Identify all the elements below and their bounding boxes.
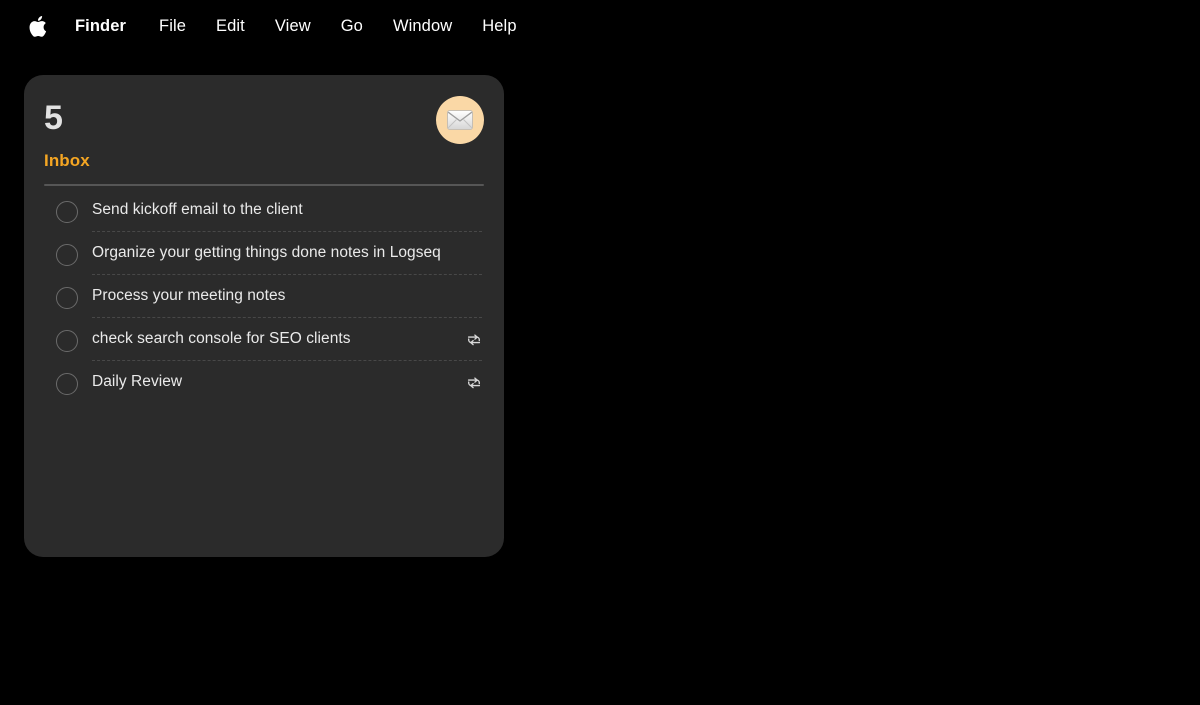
- menu-item-edit[interactable]: Edit: [216, 18, 245, 35]
- list-title: Inbox: [44, 152, 484, 169]
- task-row[interactable]: Organize your getting things done notes …: [44, 232, 484, 274]
- task-checkbox[interactable]: [56, 287, 78, 309]
- task-label: check search console for SEO clients: [92, 329, 466, 349]
- task-label: Process your meeting notes: [92, 286, 466, 306]
- menu-item-view[interactable]: View: [275, 18, 311, 35]
- menu-item-finder[interactable]: Finder: [75, 18, 126, 35]
- task-row[interactable]: Send kickoff email to the client: [44, 189, 484, 231]
- widget-header: 5 Inbox: [44, 75, 484, 185]
- task-label: Send kickoff email to the client: [92, 200, 466, 220]
- menu-item-go[interactable]: Go: [341, 18, 363, 35]
- apple-logo-icon[interactable]: [26, 13, 48, 39]
- task-checkbox[interactable]: [56, 244, 78, 266]
- header-divider: [44, 184, 484, 186]
- envelope-icon[interactable]: [436, 96, 484, 144]
- task-list: Send kickoff email to the client Organiz…: [44, 189, 484, 403]
- task-checkbox[interactable]: [56, 330, 78, 352]
- repeat-icon: [466, 375, 482, 391]
- menu-bar: Finder File Edit View Go Window Help: [0, 0, 1200, 52]
- repeat-icon: [466, 332, 482, 348]
- task-label: Daily Review: [92, 372, 466, 392]
- task-count: 5: [44, 101, 484, 135]
- task-checkbox[interactable]: [56, 373, 78, 395]
- inbox-widget[interactable]: 5 Inbox Send kickoff email to the client: [24, 75, 504, 557]
- task-checkbox[interactable]: [56, 201, 78, 223]
- task-row[interactable]: Daily Review: [44, 361, 484, 403]
- task-label: Organize your getting things done notes …: [92, 243, 466, 263]
- menu-item-help[interactable]: Help: [482, 18, 516, 35]
- menu-item-file[interactable]: File: [159, 18, 186, 35]
- menu-item-window[interactable]: Window: [393, 18, 452, 35]
- task-row[interactable]: Process your meeting notes: [44, 275, 484, 317]
- task-row[interactable]: check search console for SEO clients: [44, 318, 484, 360]
